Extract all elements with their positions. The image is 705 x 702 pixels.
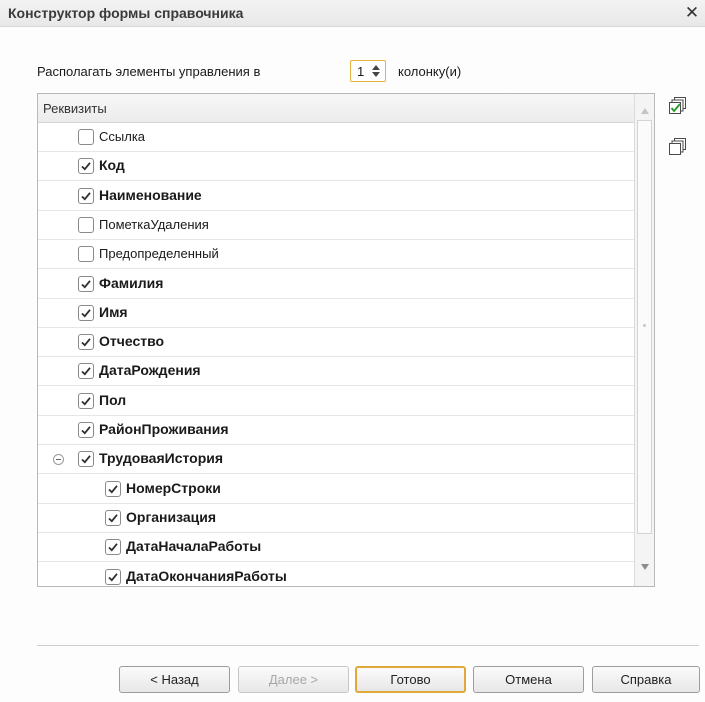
footer-separator [37, 645, 699, 646]
tree-row[interactable]: Пол [38, 387, 634, 416]
back-button[interactable]: < Назад [119, 666, 230, 693]
tree-row[interactable]: ДатаРождения [38, 357, 634, 387]
spinner-arrows-icon[interactable] [370, 63, 382, 79]
tree-row-label: Код [99, 157, 125, 174]
tree-row-label: Имя [99, 303, 128, 320]
tree-header-label: Реквизиты [43, 101, 107, 116]
tree-row[interactable]: Ссылка [38, 123, 634, 152]
checkbox-checked[interactable] [78, 363, 94, 380]
checkbox-checked[interactable] [105, 480, 121, 497]
tree-row[interactable]: РайонПроживания [38, 416, 634, 445]
scroll-up-icon[interactable] [640, 103, 650, 114]
window-title: Конструктор формы справочника [8, 5, 244, 21]
tree-row[interactable]: Имя [38, 299, 634, 328]
checkbox-checked[interactable] [78, 304, 94, 321]
checkbox-checked[interactable] [78, 392, 94, 409]
checkbox-unchecked[interactable] [78, 216, 94, 233]
checkbox-checked[interactable] [105, 509, 121, 526]
collapse-icon[interactable] [53, 454, 64, 466]
scroll-thumb[interactable] [637, 120, 652, 534]
checkbox-checked[interactable] [78, 187, 94, 204]
tree-row[interactable]: ДатаОкончанияРаботы [38, 563, 634, 587]
done-button[interactable]: Готово [355, 666, 466, 693]
next-button[interactable]: Далее > [238, 666, 349, 693]
tree-row-label: Ссылка [99, 129, 146, 144]
tree-header[interactable]: Реквизиты [38, 94, 634, 123]
vertical-scrollbar[interactable] [634, 94, 654, 586]
tree-row[interactable]: Отчество [38, 328, 634, 358]
help-button[interactable]: Справка [592, 666, 700, 693]
close-icon[interactable]: ✕ [683, 3, 701, 23]
columns-spinner[interactable]: 1 [350, 60, 386, 82]
tree-row-label: РайонПроживания [99, 421, 229, 437]
checkbox-checked[interactable] [105, 539, 121, 556]
checkbox-unchecked[interactable] [78, 129, 94, 145]
columns-suffix: колонку(и) [398, 64, 462, 79]
tree-row-label: Организация [126, 508, 217, 525]
attributes-tree[interactable]: Реквизиты Ссылка Код Наименование ПометкаУд… [37, 93, 655, 587]
tree-row[interactable]: ПометкаУдаления [38, 211, 634, 240]
tree-row-label: Отчество [99, 333, 165, 350]
tree-row-label: ПометкаУдаления [99, 216, 209, 232]
check-all-icon[interactable] [668, 96, 688, 116]
tree-row-label: НомерСтроки [126, 479, 221, 496]
checkbox-checked[interactable] [78, 158, 94, 175]
tree-row[interactable]: ДатаНачалаРаботы [38, 533, 634, 563]
tree-row[interactable]: ТрудоваяИстория [38, 445, 634, 475]
tree-row-label: ТрудоваяИстория [99, 450, 224, 467]
columns-label: Располагать элементы управления в [37, 64, 261, 79]
uncheck-all-icon[interactable] [668, 137, 688, 157]
tree-row-label: Наименование [99, 186, 202, 203]
title-bar: Конструктор формы справочника ✕ [0, 0, 705, 27]
tree-row-label: Фамилия [99, 274, 164, 291]
tree-row-label: ДатаРождения [99, 362, 201, 379]
tree-row-label: ДатаОкончанияРаботы [126, 567, 287, 584]
tree-row-label: Пол [99, 391, 127, 408]
tree-row[interactable]: Предопределенный [38, 240, 634, 270]
scroll-grip [643, 324, 646, 327]
checkbox-unchecked[interactable] [78, 246, 94, 263]
tree-row[interactable]: Организация [38, 504, 634, 533]
tree-row[interactable]: Наименование [38, 182, 634, 211]
tree-row[interactable]: Фамилия [38, 270, 634, 299]
checkbox-checked[interactable] [78, 334, 94, 351]
tree-row-label: ДатаНачалаРаботы [126, 538, 262, 555]
columns-value[interactable]: 1 [357, 64, 364, 79]
checkbox-checked[interactable] [78, 275, 94, 292]
tree-row[interactable]: НомерСтроки [38, 475, 634, 504]
checkbox-checked[interactable] [78, 451, 94, 468]
tree-row[interactable]: Код [38, 152, 634, 182]
checkbox-checked[interactable] [78, 422, 94, 438]
checkbox-checked[interactable] [105, 568, 121, 585]
tree-row-label: Предопределенный [99, 246, 219, 262]
form-constructor-dialog: Конструктор формы справочника ✕ Располаг… [0, 0, 705, 702]
cancel-button[interactable]: Отмена [473, 666, 584, 693]
scroll-down-icon[interactable] [640, 559, 650, 570]
